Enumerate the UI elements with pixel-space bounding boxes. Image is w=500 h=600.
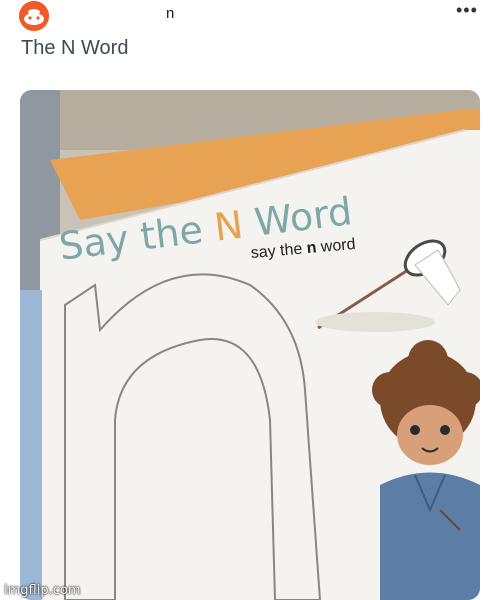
left-book-edge <box>20 290 42 600</box>
book-page-illustration: Say the N Word say the n word <box>20 90 480 600</box>
post-image[interactable]: Say the N Word say the n word <box>20 90 480 600</box>
watermark: imgflip.com <box>4 583 81 598</box>
avatar-icon[interactable] <box>19 1 49 31</box>
subtitle-suffix: word <box>316 236 356 256</box>
post-header: n ••• <box>0 0 500 31</box>
avatar-graphic <box>19 1 49 31</box>
post-title: The N Word <box>21 37 129 59</box>
more-options-icon[interactable]: ••• <box>456 0 478 20</box>
username[interactable]: n <box>166 5 174 22</box>
